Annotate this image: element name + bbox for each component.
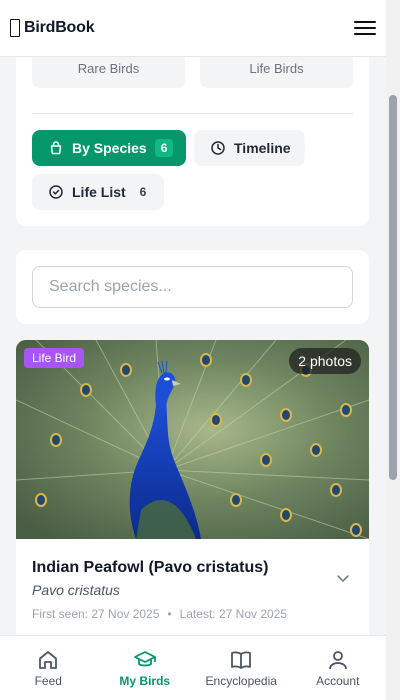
bird-card[interactable]: Life Bird 2 photos Indian Peafowl (Pavo … [16,340,369,660]
latest-seen-date: Latest: 27 Nov 2025 [179,607,288,621]
nav-label: Feed [34,674,62,688]
tab-label: By Species [72,140,147,156]
tab-count-badge: 6 [154,139,174,157]
nav-label: My Birds [119,674,171,688]
search-card [16,250,369,324]
tab-timeline[interactable]: Timeline [194,130,305,166]
hamburger-menu-icon[interactable] [354,19,376,37]
home-icon [39,651,58,669]
nav-feed[interactable]: Feed [0,636,97,700]
nav-label: Encyclopedia [205,674,277,688]
book-icon [231,651,252,669]
page-scrollbar[interactable] [386,0,400,700]
stats-card: Rare Birds Life Birds By Species 6 Timel… [16,40,369,226]
bag-icon [50,141,62,155]
bird-photo[interactable]: Life Bird 2 photos [16,340,369,539]
divider [32,113,353,114]
logo-icon [10,19,20,37]
bird-common-name: Indian Peafowl (Pavo cristatus) [32,559,269,576]
tab-life-list[interactable]: Life List 6 [32,174,164,210]
scrollbar-thumb[interactable] [389,95,397,480]
bird-scientific-name: Pavo cristatus [32,582,120,598]
brand[interactable]: BirdBook [10,19,95,37]
user-icon [328,651,347,670]
graduation-cap-icon [133,651,156,667]
life-bird-badge: Life Bird [24,348,85,368]
tab-label: Timeline [234,140,291,156]
app-header: BirdBook [0,0,386,57]
tab-count-badge: 6 [139,185,147,199]
bird-sighting-meta: First seen: 27 Nov 2025 • Latest: 27 Nov… [32,607,287,621]
tab-label: Life List [72,184,126,200]
nav-encyclopedia[interactable]: Encyclopedia [193,636,290,700]
app-title: BirdBook [24,19,95,36]
life-birds-label: Life Birds [249,61,304,76]
bottom-navigation: Feed My Birds Encyclopedia Account [0,635,386,700]
clock-icon [211,141,225,155]
tab-by-species[interactable]: By Species 6 [32,130,186,166]
first-seen-date: First seen: 27 Nov 2025 [32,607,160,621]
nav-account[interactable]: Account [290,636,387,700]
search-input[interactable] [32,266,353,308]
meta-separator: • [167,607,172,621]
nav-label: Account [316,674,360,688]
check-circle-icon [49,185,63,199]
nav-my-birds[interactable]: My Birds [97,636,194,700]
chevron-down-icon[interactable] [335,570,351,586]
photo-count-badge: 2 photos [289,348,361,374]
rare-birds-label: Rare Birds [77,61,140,76]
